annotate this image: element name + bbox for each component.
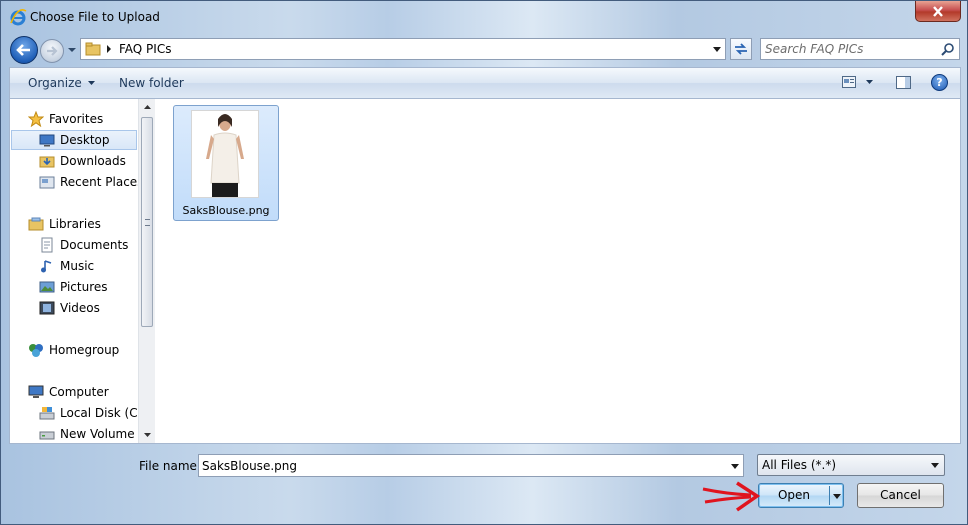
chevron-down-icon <box>713 46 721 52</box>
documents-icon <box>41 237 53 253</box>
recent-places-icon <box>39 176 55 189</box>
desktop-icon <box>39 134 55 147</box>
sidebar-item-label: Local Disk (C:) <box>60 406 147 420</box>
sidebar-item-label: Downloads <box>60 154 126 168</box>
address-bar[interactable]: FAQ PICs <box>80 38 726 60</box>
search-icon[interactable] <box>941 42 955 56</box>
open-button-label: Open <box>777 488 811 502</box>
blouse-model-image-icon <box>192 111 258 197</box>
sidebar-item-new-volume[interactable]: New Volume (E <box>39 424 151 444</box>
file-type-dropdown-button[interactable] <box>928 457 942 473</box>
open-options-button[interactable] <box>831 488 843 504</box>
choose-file-dialog: Choose File to Upload FAQ PICs Search FA… <box>0 0 968 525</box>
change-view-icon[interactable] <box>842 76 856 88</box>
open-button[interactable]: Open <box>758 483 844 508</box>
split-divider <box>829 486 830 505</box>
navigation-pane: Favorites Desktop Downloads Recent Place… <box>10 99 155 443</box>
scroll-up-button[interactable] <box>139 99 155 115</box>
organize-button[interactable]: Organize <box>28 76 82 90</box>
videos-icon <box>39 301 55 315</box>
sidebar-item-favorites[interactable]: Favorites <box>28 109 103 129</box>
close-icon <box>933 5 943 17</box>
sidebar-item-computer[interactable]: Computer <box>28 382 109 402</box>
folder-icon <box>85 42 101 56</box>
star-icon <box>28 111 44 127</box>
sidebar-item-recent-places[interactable]: Recent Places <box>39 172 143 192</box>
volume-drive-icon <box>39 431 55 440</box>
breadcrumb-folder[interactable]: FAQ PICs <box>119 42 171 56</box>
preview-pane-icon[interactable] <box>896 76 911 89</box>
refresh-button[interactable] <box>730 38 752 60</box>
title-bar: Choose File to Upload <box>1 1 967 33</box>
forward-arrow-icon <box>47 46 58 56</box>
content-area: Favorites Desktop Downloads Recent Place… <box>9 98 961 444</box>
back-arrow-icon <box>16 44 30 56</box>
libraries-icon <box>28 217 44 231</box>
file-type-value: All Files (*.*) <box>762 458 837 472</box>
address-dropdown-button[interactable] <box>709 40 725 58</box>
help-button[interactable]: ? <box>931 74 948 91</box>
chevron-down-icon <box>731 463 739 469</box>
file-type-select[interactable]: All Files (*.*) <box>757 454 945 476</box>
sidebar-item-label: Videos <box>60 301 100 315</box>
search-box[interactable] <box>760 38 960 60</box>
sidebar-item-label: Desktop <box>60 133 110 147</box>
back-button[interactable] <box>10 36 38 64</box>
internet-explorer-icon <box>10 9 27 26</box>
scroll-thumb[interactable] <box>141 117 153 327</box>
scroll-up-arrow-icon <box>143 105 151 109</box>
new-folder-button[interactable]: New folder <box>119 76 184 90</box>
file-name-dropdown-button[interactable] <box>727 457 743 475</box>
organize-dropdown-icon[interactable] <box>88 81 95 85</box>
downloads-folder-icon <box>39 156 55 168</box>
navigation-scrollbar[interactable] <box>138 99 155 443</box>
search-input[interactable] <box>765 41 935 57</box>
local-disk-icon <box>39 407 55 420</box>
sidebar-item-desktop[interactable]: Desktop <box>11 130 137 150</box>
view-options-chevron-icon[interactable] <box>866 80 873 84</box>
sidebar-item-documents[interactable]: Documents <box>39 235 128 255</box>
homegroup-icon <box>29 344 43 357</box>
sidebar-item-music[interactable]: Music <box>39 256 94 276</box>
sidebar-item-pictures[interactable]: Pictures <box>39 277 108 297</box>
sidebar-item-label: Recent Places <box>60 175 144 189</box>
scroll-down-button[interactable] <box>139 427 155 443</box>
music-icon <box>41 260 52 273</box>
sidebar-item-label: Pictures <box>60 280 108 294</box>
cancel-button[interactable]: Cancel <box>857 483 944 508</box>
sidebar-item-label: Music <box>60 259 95 273</box>
sidebar-item-label: Libraries <box>49 217 101 231</box>
chevron-down-icon <box>833 493 841 499</box>
close-button[interactable] <box>915 1 961 22</box>
sidebar-item-label: Computer <box>49 385 109 399</box>
sidebar-item-homegroup[interactable]: Homegroup <box>28 340 119 360</box>
scroll-grip-icon <box>145 219 150 226</box>
sidebar-item-label: Favorites <box>49 112 104 126</box>
file-name-combobox[interactable] <box>198 454 744 477</box>
file-thumbnail <box>191 110 259 198</box>
file-name-label: SaksBlouse.png <box>182 204 270 217</box>
sidebar-item-videos[interactable]: Videos <box>39 298 100 318</box>
sidebar-item-label: Documents <box>60 238 129 252</box>
command-toolbar: Organize New folder ? <box>9 67 961 98</box>
scroll-down-arrow-icon <box>143 433 151 437</box>
sidebar-item-local-disk-c[interactable]: Local Disk (C:) <box>39 403 146 423</box>
file-name-input[interactable] <box>202 458 722 474</box>
window-title: Choose File to Upload <box>30 10 160 24</box>
refresh-icon <box>735 43 747 55</box>
sidebar-item-label: Homegroup <box>49 343 120 357</box>
forward-button[interactable] <box>40 39 64 63</box>
breadcrumb-separator-icon[interactable] <box>105 43 113 55</box>
computer-icon <box>28 385 44 398</box>
sidebar-item-libraries[interactable]: Libraries <box>28 214 101 234</box>
sidebar-item-downloads[interactable]: Downloads <box>39 151 126 171</box>
file-item-selected[interactable]: SaksBlouse.png <box>173 105 279 221</box>
recent-pages-chevron-icon[interactable] <box>67 45 77 55</box>
red-arrow-icon <box>702 481 761 512</box>
pictures-icon <box>39 281 55 293</box>
chevron-down-icon <box>931 462 939 468</box>
file-name-field-label: File name: <box>139 459 201 473</box>
